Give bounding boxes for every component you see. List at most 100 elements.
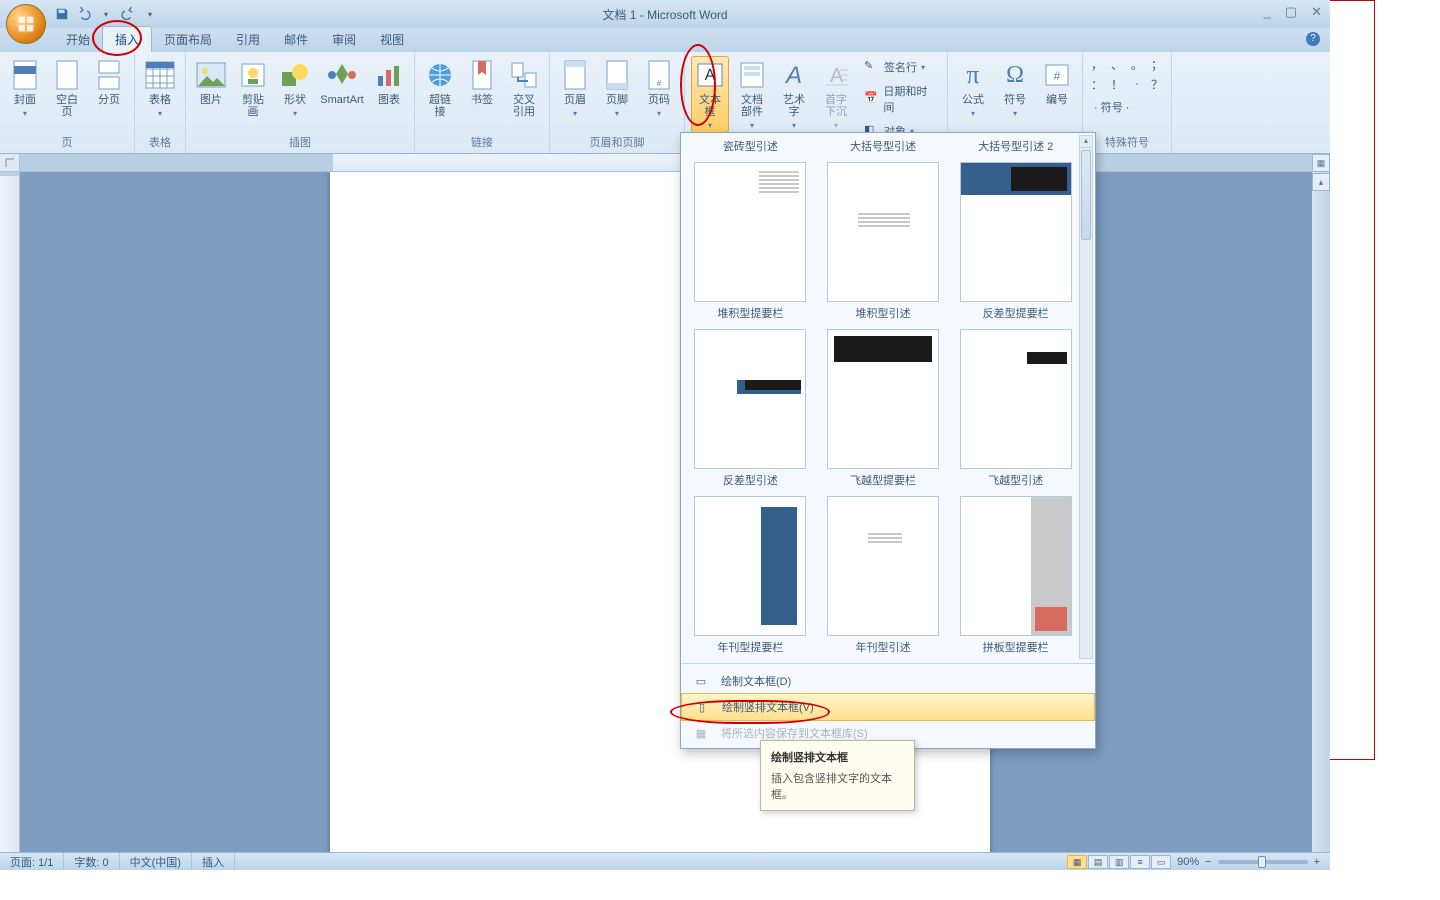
group-special: ，、。； ：！·？ · 符号 · 特殊符号 (1083, 52, 1172, 153)
gallery-item[interactable]: 堆积型提要栏 (689, 156, 812, 323)
tab-review[interactable]: 审阅 (320, 27, 368, 52)
datetime-icon: 📅 (864, 91, 879, 107)
group-headerfooter: 页眉▾ 页脚▾ #页码▾ 页眉和页脚 (550, 52, 685, 153)
pagenum-icon: # (643, 59, 675, 91)
tab-references[interactable]: 引用 (224, 27, 272, 52)
clipart-button[interactable]: 剪贴画 (234, 56, 272, 121)
shapes-icon (279, 59, 311, 91)
vertical-textbox-icon: ▯ (692, 701, 712, 714)
tab-insert[interactable]: 插入 (102, 26, 152, 52)
sigline-icon: ✎ (864, 59, 880, 75)
status-page[interactable]: 页面: 1/1 (0, 853, 64, 870)
ruler-toggle-icon[interactable]: ▦ (1312, 154, 1330, 172)
bookmark-icon (466, 59, 498, 91)
table-icon (144, 59, 176, 91)
gallery-item[interactable]: 飞越型引述 (954, 323, 1077, 490)
wordart-button[interactable]: A艺术字▾ (775, 56, 813, 133)
chart-button[interactable]: 图表 (370, 56, 408, 109)
pagenum-button[interactable]: #页码▾ (640, 56, 678, 121)
gallery-scrollbar[interactable]: ▴ (1079, 135, 1093, 659)
sigline-button[interactable]: ✎签名行▾ (859, 56, 941, 78)
smartart-icon (326, 59, 358, 91)
vertical-ruler[interactable] (0, 172, 20, 852)
group-hf-label: 页眉和页脚 (556, 132, 678, 153)
number-button[interactable]: #编号 (1038, 56, 1076, 109)
draw-textbox-item[interactable]: ▭绘制文本框(D) (681, 668, 1095, 694)
cover-page-button[interactable]: 封面▾ (6, 56, 44, 121)
zoom-control: 90% − + (1177, 856, 1320, 868)
shapes-button[interactable]: 形状▾ (276, 56, 314, 121)
zoom-level[interactable]: 90% (1177, 856, 1199, 868)
blank-page-button[interactable]: 空白页 (48, 56, 86, 121)
web-view-icon[interactable]: ▥ (1109, 855, 1129, 869)
crossref-button[interactable]: 交叉 引用 (505, 56, 543, 121)
textbox-gallery: ▴ 瓷砖型引述 大括号型引述 大括号型引述 2 堆积型提要栏 堆积型引述 反差型… (680, 132, 1096, 749)
document-area[interactable] (20, 172, 1312, 852)
chart-icon (373, 59, 405, 91)
header-button[interactable]: 页眉▾ (556, 56, 594, 121)
gallery-item[interactable]: 堆积型引述 (822, 156, 945, 323)
tab-mailings[interactable]: 邮件 (272, 27, 320, 52)
tooltip-body: 插入包含竖排文字的文本框。 (771, 770, 904, 802)
datetime-button[interactable]: 📅日期和时间 (859, 80, 941, 118)
group-tables: 表格▾ 表格 (135, 52, 186, 153)
undo-icon[interactable] (76, 6, 92, 22)
special-symbol-grid[interactable]: ，、。； ：！·？ (1089, 56, 1165, 92)
ruler-corner[interactable] (0, 154, 20, 172)
zoom-out-button[interactable]: − (1205, 856, 1211, 868)
footer-button[interactable]: 页脚▾ (598, 56, 636, 121)
svg-text:A: A (830, 65, 844, 87)
save-gallery-icon: ▦ (691, 727, 711, 740)
gallery-item[interactable]: 反差型引述 (689, 323, 812, 490)
maximize-button[interactable]: ▢ (1285, 4, 1297, 20)
tooltip: 绘制竖排文本框 插入包含竖排文字的文本框。 (760, 740, 915, 811)
tab-layout[interactable]: 页面布局 (152, 27, 224, 52)
print-layout-view-icon[interactable]: ▦ (1067, 855, 1087, 869)
draw-vertical-textbox-item[interactable]: ▯绘制竖排文本框(V) (681, 693, 1095, 721)
help-icon[interactable]: ? (1306, 32, 1320, 46)
gallery-item[interactable]: 年刊型提要栏 (689, 490, 812, 657)
status-mode[interactable]: 插入 (192, 853, 235, 870)
group-illustrations: 图片 剪贴画 形状▾ SmartArt 图表 插图 (186, 52, 415, 153)
horizontal-ruler[interactable] (20, 154, 1330, 172)
blank-page-icon (51, 59, 83, 91)
quickparts-button[interactable]: 文档部件▾ (733, 56, 771, 133)
page-break-button[interactable]: 分页 (90, 56, 128, 109)
zoom-slider[interactable] (1218, 860, 1308, 864)
picture-button[interactable]: 图片 (192, 56, 230, 109)
minimize-button[interactable]: _ (1264, 4, 1271, 20)
tab-view[interactable]: 视图 (368, 27, 416, 52)
tab-home[interactable]: 开始 (54, 27, 102, 52)
zoom-in-button[interactable]: + (1314, 856, 1320, 868)
save-icon[interactable] (54, 6, 70, 22)
gallery-menu: ▭绘制文本框(D) ▯绘制竖排文本框(V) ▦将所选内容保存到文本框库(S) (681, 666, 1095, 748)
equation-button[interactable]: π公式▾ (954, 56, 992, 121)
close-button[interactable]: ✕ (1311, 4, 1322, 20)
textbox-button[interactable]: A文本框▾ (691, 56, 729, 133)
vertical-scrollbar[interactable]: ▦ ▴ (1312, 154, 1330, 852)
scroll-up-icon[interactable]: ▴ (1312, 173, 1330, 191)
bookmark-button[interactable]: 书签 (463, 56, 501, 109)
hyperlink-button[interactable]: 超链接 (421, 56, 459, 121)
draft-view-icon[interactable]: ▭ (1151, 855, 1171, 869)
smartart-button[interactable]: SmartArt (318, 56, 366, 109)
gallery-item[interactable]: 年刊型引述 (822, 490, 945, 657)
fullscreen-view-icon[interactable]: ▤ (1088, 855, 1108, 869)
table-button[interactable]: 表格▾ (141, 56, 179, 121)
symbol-button[interactable]: Ω符号▾ (996, 56, 1034, 121)
group-pages-label: 页 (6, 132, 128, 153)
status-lang[interactable]: 中文(中国) (120, 853, 192, 870)
dropcap-button[interactable]: A首字下沉▾ (817, 56, 855, 133)
redo-icon[interactable] (120, 6, 136, 22)
office-button[interactable] (6, 4, 46, 44)
ribbon-tabs: 开始 插入 页面布局 引用 邮件 审阅 视图 ? (0, 28, 1330, 52)
qat-customize-icon[interactable]: ▾ (142, 6, 158, 22)
undo-dropdown-icon[interactable]: ▾ (98, 6, 114, 22)
gallery-item[interactable]: 飞越型提要栏 (822, 323, 945, 490)
gallery-item[interactable]: 拼板型提要栏 (954, 490, 1077, 657)
app-window: ▾ ▾ 文档 1 - Microsoft Word _ ▢ ✕ 开始 插入 页面… (0, 0, 1330, 870)
status-words[interactable]: 字数: 0 (64, 853, 119, 870)
gallery-item[interactable]: 反差型提要栏 (954, 156, 1077, 323)
special-symbol-more[interactable]: · 符号 · (1089, 96, 1134, 118)
outline-view-icon[interactable]: ≡ (1130, 855, 1150, 869)
